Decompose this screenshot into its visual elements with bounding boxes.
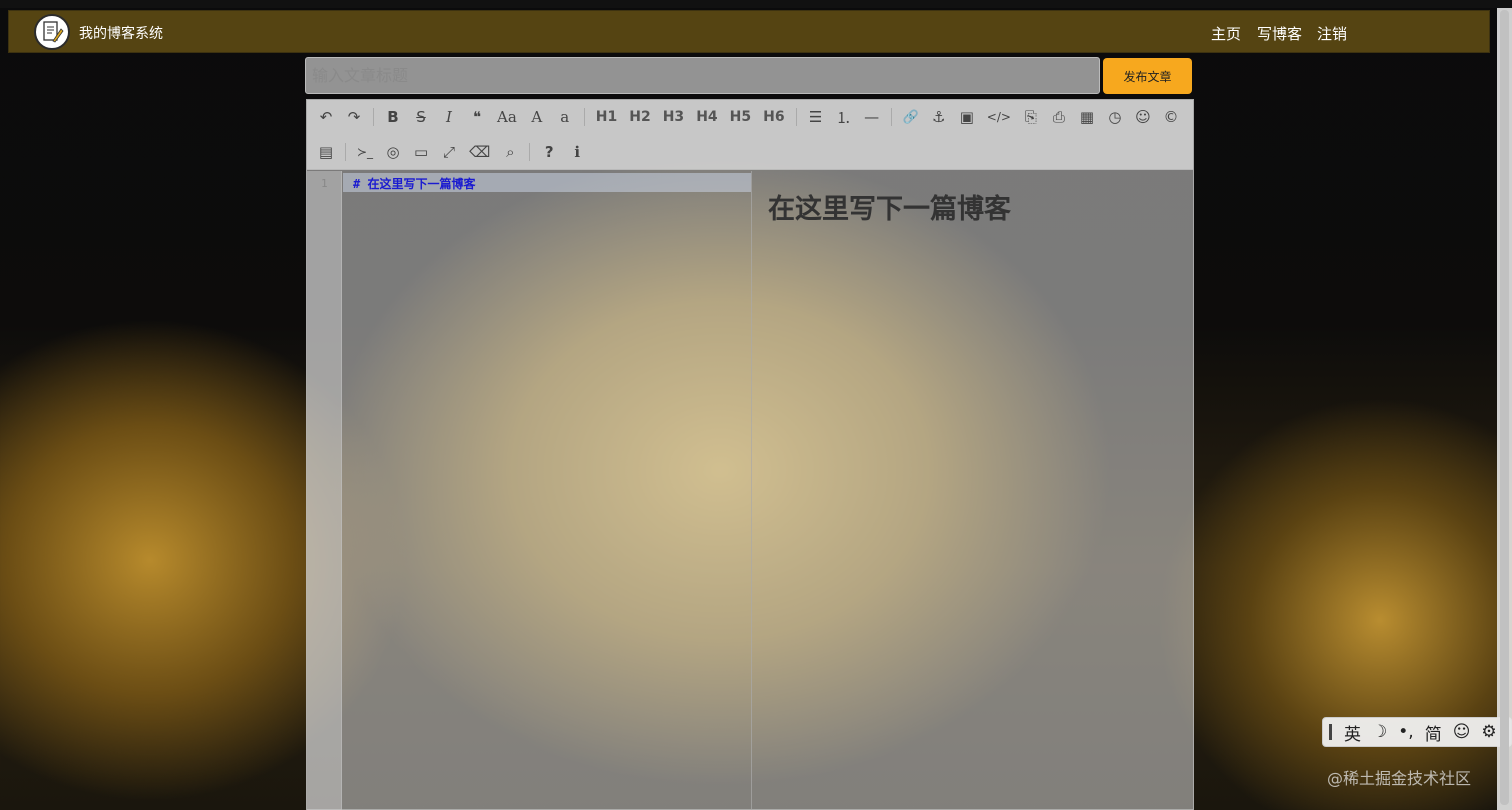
fullscreen-icon[interactable]: ⤢ — [438, 139, 460, 165]
h5-button[interactable]: H5 — [727, 104, 754, 130]
redo-icon[interactable]: ↷ — [343, 104, 365, 130]
window-top-strip — [0, 0, 1512, 8]
toolbar-row-2: ▤ ≻_ ◎ ▭ ⤢ ⌫ ⌕ ? ℹ — [315, 137, 594, 167]
search-icon[interactable]: ⌕ — [499, 139, 521, 165]
markdown-preview-pane: 在这里写下一篇博客 — [752, 171, 1193, 810]
emoji-icon[interactable]: ☺ — [1132, 104, 1154, 130]
watermark: @稀土掘金技术社区 — [1327, 769, 1472, 788]
undo-icon[interactable]: ↶ — [315, 104, 337, 130]
article-title-input[interactable] — [305, 57, 1100, 94]
ucwords-icon[interactable]: A — [526, 104, 548, 130]
h4-button[interactable]: H4 — [693, 104, 720, 130]
table-icon[interactable]: ▦ — [1076, 104, 1098, 130]
navbar: 我的博客系统 主页 写博客 注销 — [8, 10, 1490, 53]
uppercase-icon[interactable]: Aa — [494, 104, 520, 130]
code-line[interactable]: # 在这里写下一篇博客 — [353, 175, 475, 192]
inline-code-icon[interactable]: </> — [984, 104, 1014, 130]
horizontal-rule-icon[interactable]: — — [861, 104, 883, 130]
pagebreak-icon[interactable]: ▤ — [315, 139, 337, 165]
toolbar-divider — [373, 108, 374, 126]
goto-line-icon[interactable]: ≻_ — [354, 139, 376, 165]
line-number: 1 — [321, 177, 328, 190]
h1-button[interactable]: H1 — [593, 104, 620, 130]
emoji-icon[interactable]: ☺ — [1453, 722, 1471, 742]
italic-icon[interactable]: I — [438, 104, 460, 130]
page-scrollbar[interactable] — [1497, 8, 1512, 810]
preformatted-text-icon[interactable]: ⎙ — [1048, 104, 1070, 130]
datetime-icon[interactable]: ◷ — [1104, 104, 1126, 130]
nav-logout-link[interactable]: 注销 — [1317, 23, 1347, 44]
h2-button[interactable]: H2 — [626, 104, 653, 130]
site-title: 我的博客系统 — [79, 26, 163, 42]
link-icon[interactable]: 🔗 — [900, 104, 922, 130]
ordered-list-icon[interactable]: ⒈ — [833, 104, 855, 130]
gear-icon[interactable]: ⚙ — [1481, 722, 1496, 742]
nav-home-link[interactable]: 主页 — [1211, 23, 1241, 44]
toolbar-row-1: ↶ ↷ B S I ❝ Aa A a H1 H2 H3 H4 H5 H6 ☰ ⒈… — [315, 102, 1188, 132]
html-entities-icon[interactable]: © — [1160, 104, 1182, 130]
preview-icon[interactable]: ▭ — [410, 139, 432, 165]
ime-language-toggle[interactable]: 英 — [1344, 720, 1361, 745]
punctuation-icon[interactable]: •, — [1398, 722, 1413, 742]
toolbar-divider — [529, 143, 531, 161]
markdown-editor: ↶ ↷ B S I ❝ Aa A a H1 H2 H3 H4 H5 H6 ☰ ⒈… — [306, 99, 1194, 810]
editor-toolbar: ↶ ↷ B S I ❝ Aa A a H1 H2 H3 H4 H5 H6 ☰ ⒈… — [307, 100, 1193, 170]
toolbar-divider — [583, 108, 585, 126]
info-icon[interactable]: ℹ — [566, 139, 588, 165]
h3-button[interactable]: H3 — [660, 104, 687, 130]
clear-icon[interactable]: ⌫ — [466, 139, 493, 165]
nav-write-blog-link[interactable]: 写博客 — [1257, 23, 1302, 44]
toolbar-divider — [890, 108, 892, 126]
blog-logo-icon — [34, 14, 70, 50]
strikethrough-icon[interactable]: S — [410, 104, 432, 130]
anchor-icon[interactable]: ⚓ — [928, 104, 950, 130]
ime-simplified-toggle[interactable]: 简 — [1425, 720, 1442, 745]
line-number-gutter: 1 — [307, 171, 342, 810]
image-icon[interactable]: ▣ — [956, 104, 978, 130]
markdown-input-pane[interactable]: # 在这里写下一篇博客 — [343, 171, 751, 810]
publish-article-button[interactable]: 发布文章 — [1103, 58, 1192, 94]
preview-heading: 在这里写下一篇博客 — [768, 194, 1011, 225]
lowercase-icon[interactable]: a — [554, 104, 576, 130]
ime-drag-handle[interactable] — [1329, 724, 1332, 740]
help-icon[interactable]: ? — [538, 139, 560, 165]
h6-button[interactable]: H6 — [760, 104, 787, 130]
toolbar-divider — [795, 108, 797, 126]
quote-icon[interactable]: ❝ — [466, 104, 488, 130]
ime-toolbar: 英 ☽ •, 简 ☺ ⚙ — [1322, 717, 1512, 747]
watch-toggle-icon[interactable]: ◎ — [382, 139, 404, 165]
toolbar-divider — [345, 143, 346, 161]
moon-icon[interactable]: ☽ — [1372, 722, 1387, 742]
code-block-icon[interactable]: ⎘ — [1020, 104, 1042, 130]
unordered-list-icon[interactable]: ☰ — [805, 104, 827, 130]
scrollbar-thumb[interactable] — [1500, 10, 1509, 805]
bold-icon[interactable]: B — [382, 104, 404, 130]
